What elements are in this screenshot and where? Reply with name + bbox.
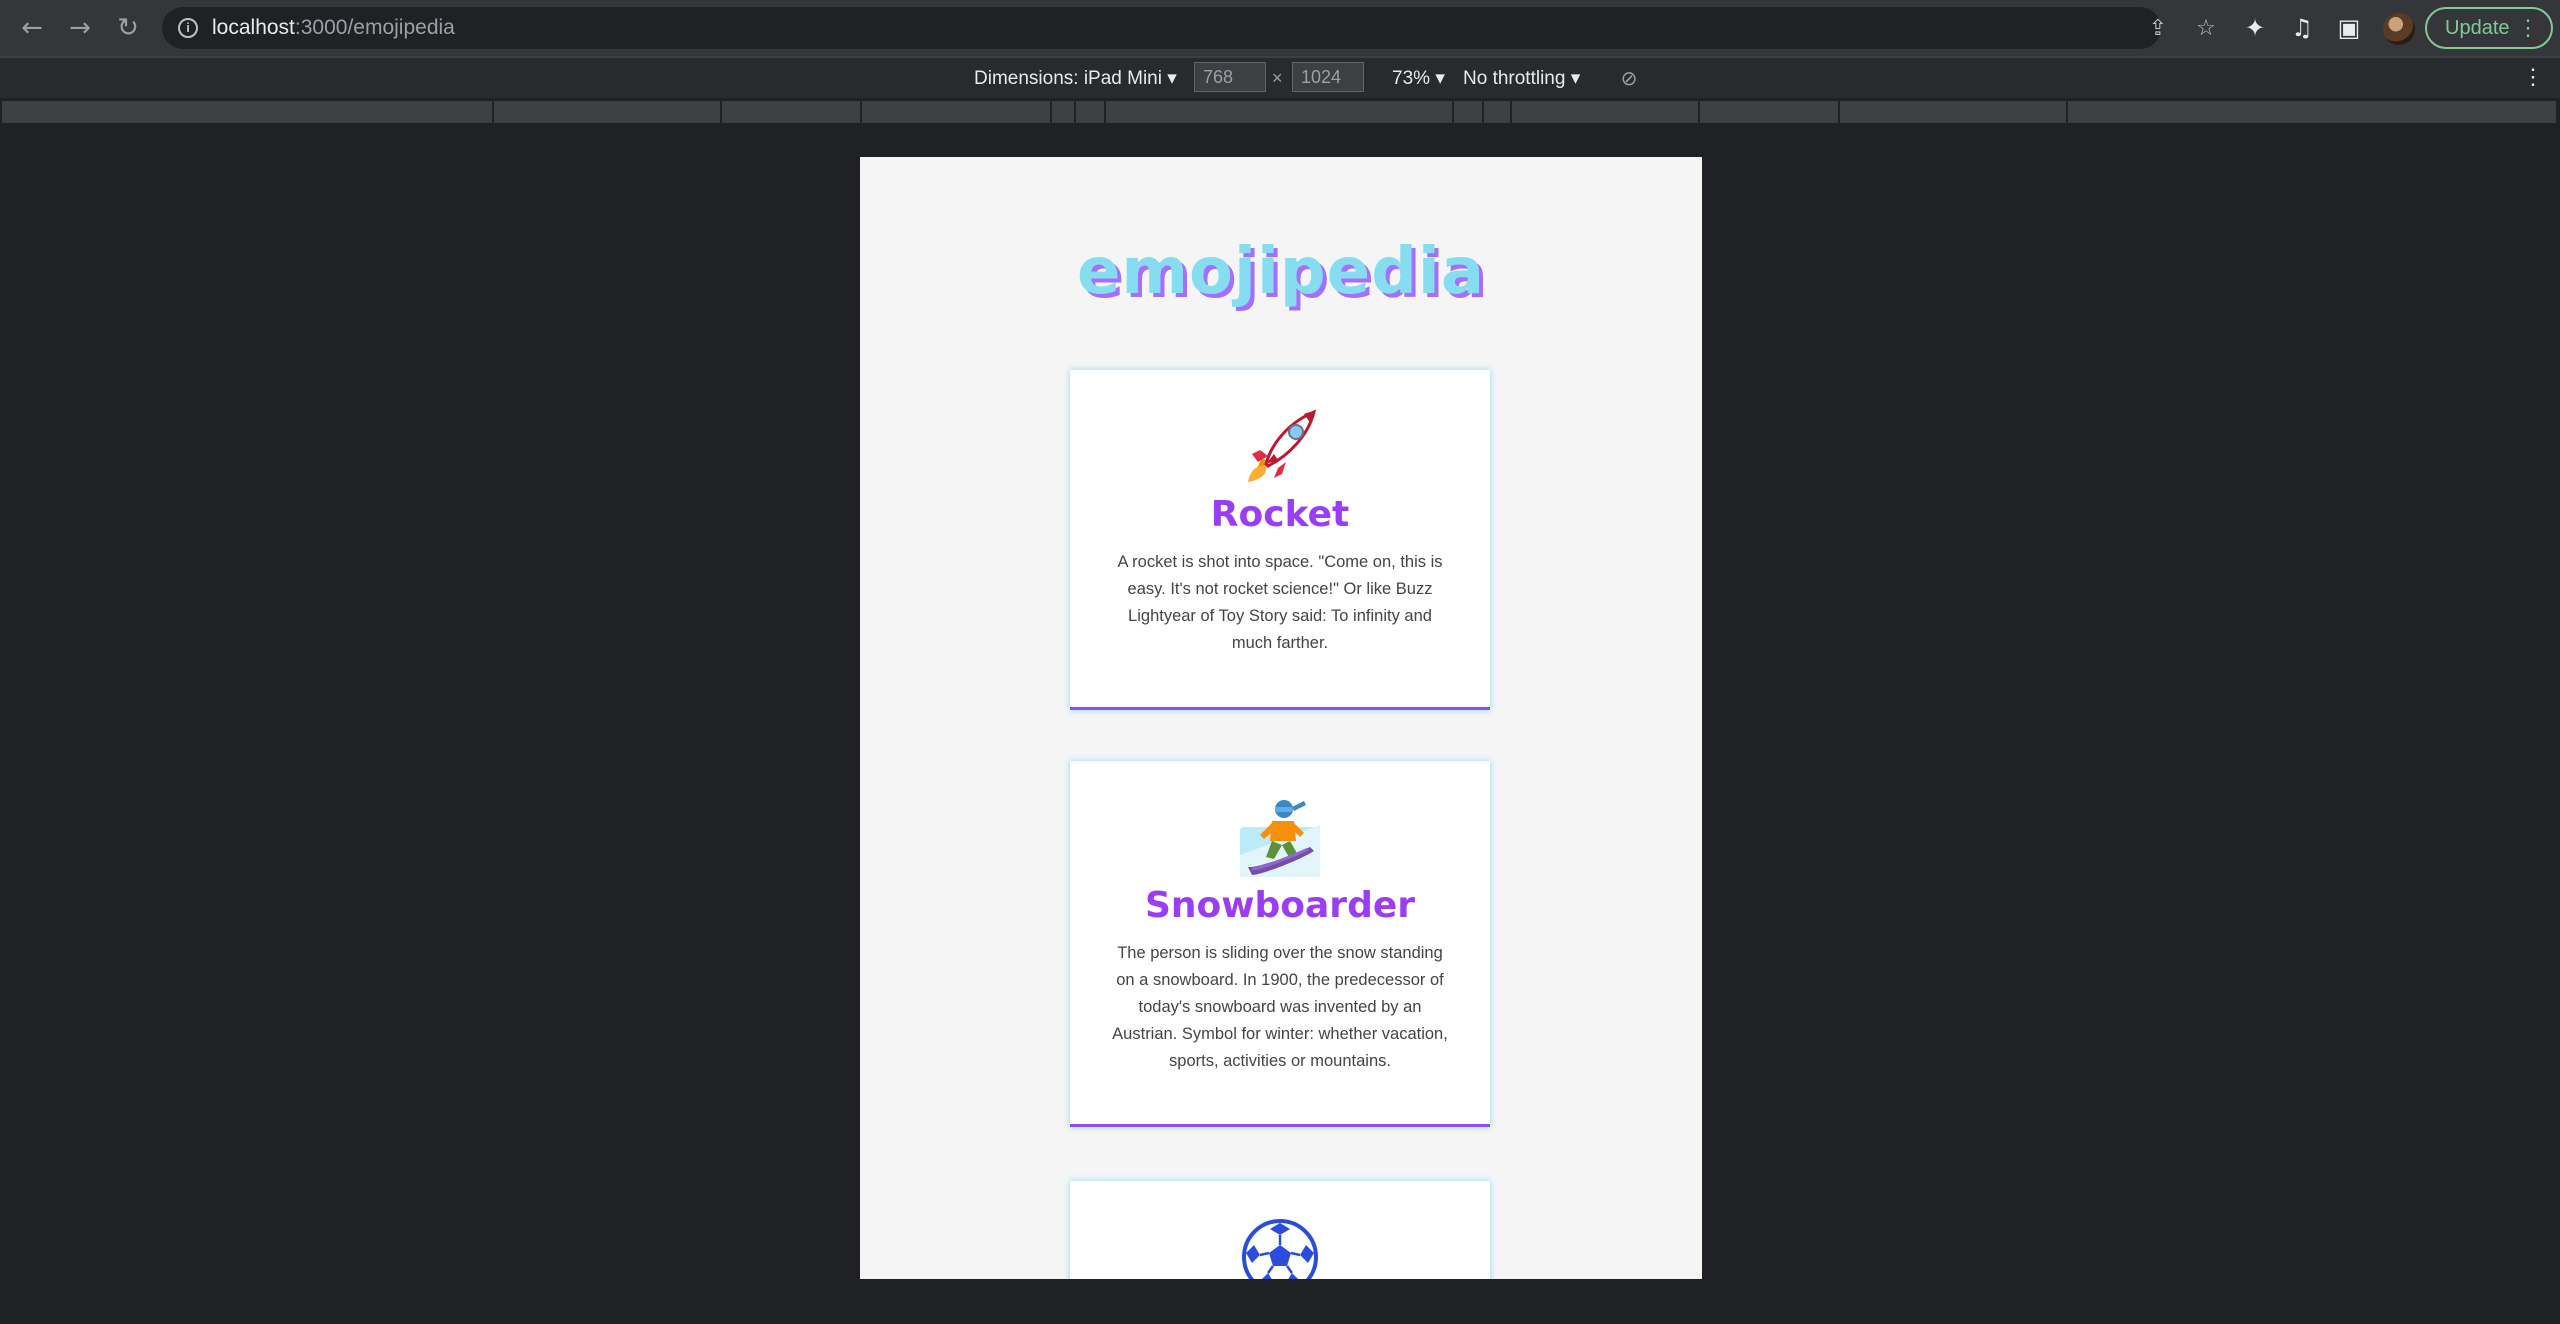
media-query-segment[interactable]: [1700, 101, 1840, 123]
emoji-card-snowboarder: Snowboarder The person is sliding over t…: [1070, 761, 1490, 1127]
avatar[interactable]: [2383, 13, 2415, 45]
url-text[interactable]: localhost:3000/emojipedia: [212, 16, 455, 40]
media-icon[interactable]: ♫: [2286, 12, 2318, 44]
zoom-label: 73%: [1392, 68, 1431, 89]
snowboarder-icon: [1240, 800, 1320, 877]
browser-toolbar: ← → ↻ i localhost:3000/emojipedia ⇪ ☆ ✦ …: [0, 0, 2560, 56]
card-description: A rocket is shot into space. "Come on, t…: [1117, 553, 1443, 652]
media-query-segment[interactable]: [1076, 101, 1106, 123]
throttling-label: No throttling: [1463, 68, 1566, 89]
emoji-card-soccer: [1070, 1181, 1490, 1279]
back-icon[interactable]: ←: [14, 10, 50, 46]
media-query-segment[interactable]: [1512, 101, 1700, 123]
media-query-segment[interactable]: [1052, 101, 1076, 123]
sidepanel-icon[interactable]: ▣: [2333, 12, 2365, 44]
emoji-card-rocket: Rocket A rocket is shot into space. "Com…: [1070, 370, 1490, 710]
zoom-select[interactable]: 73% ▾: [1392, 67, 1445, 90]
device-viewport: emojipedia Rocket A rocket is shot into …: [860, 157, 1702, 1279]
times-icon: ×: [1272, 68, 1283, 88]
media-query-segment[interactable]: [862, 101, 1052, 123]
media-query-segment[interactable]: [2, 101, 494, 123]
media-query-segment[interactable]: [1454, 101, 1484, 123]
rocket-icon: [1248, 409, 1317, 482]
chevron-down-icon: ▾: [1435, 68, 1445, 89]
media-query-segment[interactable]: [1106, 101, 1454, 123]
dimensions-label: Dimensions: iPad Mini: [974, 68, 1162, 89]
update-label: Update: [2445, 17, 2510, 39]
rotate-icon[interactable]: ⊘: [1617, 66, 1641, 90]
reload-icon[interactable]: ↻: [110, 10, 146, 46]
url-host: localhost: [212, 16, 295, 39]
kebab-icon: ⋮: [2517, 15, 2539, 40]
update-button[interactable]: Update ⋮: [2425, 7, 2553, 49]
media-query-bar: [0, 98, 2560, 126]
media-query-segment[interactable]: [722, 101, 862, 123]
soccer-ball-icon: [1242, 1219, 1318, 1279]
star-icon[interactable]: ☆: [2192, 15, 2220, 43]
dimensions-select[interactable]: Dimensions: iPad Mini ▾: [974, 67, 1177, 90]
throttling-select[interactable]: No throttling ▾: [1463, 67, 1580, 90]
kebab-icon[interactable]: ⋮: [2522, 64, 2544, 90]
device-toolbar: Dimensions: iPad Mini ▾ 768 × 1024 73% ▾…: [0, 56, 2560, 98]
media-query-segment[interactable]: [494, 101, 722, 123]
extensions-icon[interactable]: ✦: [2239, 12, 2271, 44]
card-title: Rocket: [1210, 494, 1350, 535]
chevron-down-icon: ▾: [1570, 68, 1581, 89]
card-title: Snowboarder: [1144, 885, 1416, 926]
media-query-segment[interactable]: [2068, 101, 2558, 123]
page-title: emojipedia: [1076, 235, 1486, 309]
media-query-segment[interactable]: [1840, 101, 2068, 123]
address-bar[interactable]: i localhost:3000/emojipedia ⇪ ☆: [162, 7, 2216, 49]
card-description: The person is sliding over the snow stan…: [1112, 944, 1448, 1070]
chevron-down-icon: ▾: [1167, 68, 1177, 89]
width-input[interactable]: 768: [1194, 62, 1266, 92]
share-icon[interactable]: ⇪: [2144, 15, 2172, 43]
forward-icon[interactable]: →: [62, 10, 98, 46]
height-input[interactable]: 1024: [1292, 62, 1364, 92]
media-query-segment[interactable]: [1484, 101, 1512, 123]
info-icon[interactable]: i: [178, 18, 198, 38]
url-path: :3000/emojipedia: [294, 16, 455, 39]
